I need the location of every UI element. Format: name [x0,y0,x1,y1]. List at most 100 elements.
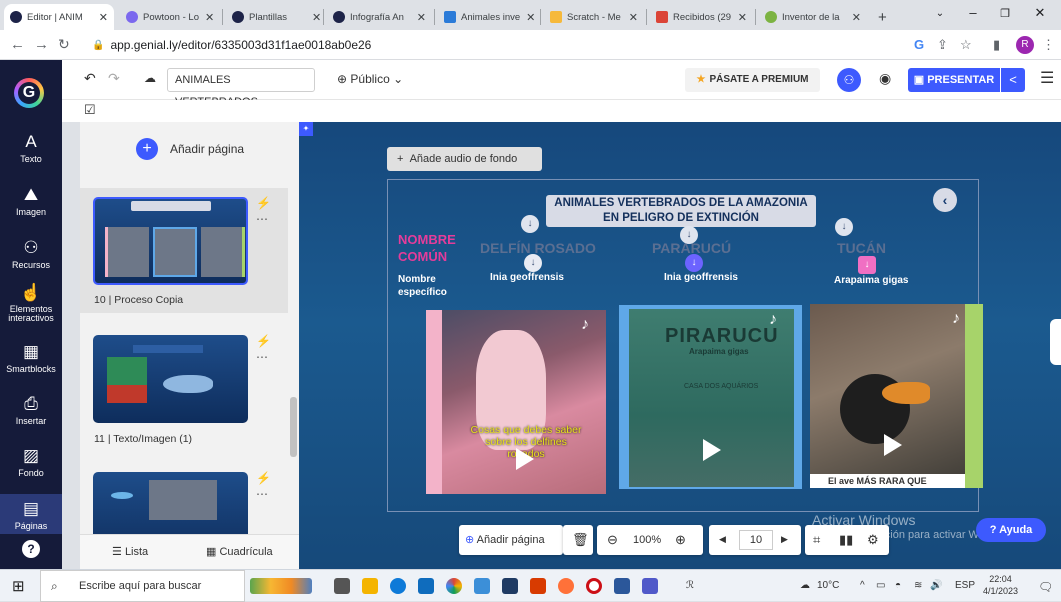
tab-gmail[interactable]: Recibidos (29 ✕ [650,4,753,30]
tab-animales-inve[interactable]: Animales inve ✕ [438,4,538,30]
magic-wand-icon[interactable]: ⚡ [256,471,271,485]
page-more-icon[interactable]: ⋯ [256,487,268,501]
fit-screen-icon[interactable]: ⌗ [813,532,820,548]
slide-title[interactable]: ANIMALES VERTEBRADOS DE LA AMAZONIA EN P… [546,195,816,227]
reload-icon[interactable]: ↻ [58,36,70,53]
next-page-icon[interactable]: ▶ [781,534,788,545]
checklist-icon[interactable]: ☑ [84,102,96,118]
store-icon[interactable] [502,578,518,594]
page-thumbnail[interactable] [93,335,248,423]
search-highlight-icon[interactable] [250,578,312,594]
visibility-dropdown[interactable]: ⊕ Público ⌄ [337,72,403,86]
windows-start-icon[interactable]: ⊞ [12,577,25,595]
wifi-icon[interactable]: ≋ [914,580,922,591]
magic-wand-icon[interactable]: ⚡ [256,196,271,210]
close-window-icon[interactable]: ✕ [1025,5,1055,21]
undo-icon[interactable]: ↶ [84,70,96,87]
page-thumbnail[interactable] [93,472,248,534]
volume-icon[interactable]: 🔊 [930,580,942,591]
office-icon[interactable] [530,578,546,594]
slide[interactable]: ANIMALES VERTEBRADOS DE LA AMAZONIA EN P… [387,179,983,512]
sidebar-item-texto[interactable]: A Texto [0,132,62,164]
back-button[interactable]: ‹ [933,188,957,212]
add-page-bottom-button[interactable]: ⊕ Añadir página [465,533,545,546]
settings-icon[interactable]: ⚙ [867,532,879,548]
delete-page-button[interactable]: 🗑 [563,525,593,555]
back-arrow-icon[interactable]: ← [10,36,25,53]
video-tucan[interactable]: ♪ El ave MÁS RARA QUE [810,304,983,488]
tab-powtoon[interactable]: Powtoon - Lo ✕ [120,4,220,30]
info-arrow-icon[interactable]: ↓ [521,215,539,233]
collapse-panel-icon[interactable]: ✦ [299,122,313,136]
video-delfin[interactable]: ♪ Cosas que debes saber sobre los delfin… [426,310,606,494]
page-number-field[interactable]: 10 [739,530,773,550]
taskbar-search-field[interactable]: ⌕ Escribe aquí para buscar [40,570,245,602]
tab-scratch[interactable]: Scratch - Me ✕ [544,4,644,30]
tab-lista[interactable]: ☰ Lista [112,545,148,558]
new-tab-button[interactable]: + [872,4,892,30]
url-field[interactable]: 🔒 app.genial.ly/editor/6335003d31f1ae001… [92,34,872,56]
close-tab-icon[interactable]: ✕ [623,11,638,24]
play-icon[interactable] [703,439,721,461]
photos-icon[interactable] [474,578,490,594]
info-arrow-icon[interactable]: ↓ [685,254,703,272]
collaborators-avatar-icon[interactable]: ⚇ [837,68,861,92]
people-icon[interactable]: ℛ [686,580,694,591]
share-page-icon[interactable]: ⇪ [937,37,948,53]
firefox-icon[interactable] [558,578,574,594]
tray-chevron-icon[interactable]: ^ [860,580,865,591]
edge-icon[interactable] [390,578,406,594]
language-indicator[interactable]: ESP [955,580,975,591]
restore-icon[interactable]: ❐ [990,7,1020,20]
side-panel-icon[interactable]: ▮ [993,37,1000,53]
help-button[interactable]: ? Ayuda [976,518,1046,542]
info-arrow-icon[interactable]: ↓ [835,218,853,236]
pages-scrollbar-thumb[interactable] [290,397,297,457]
sidebar-item-insertar[interactable]: ⎙ Insertar [0,394,62,426]
file-explorer-icon[interactable] [362,578,378,594]
task-view-icon[interactable] [334,578,350,594]
help-icon[interactable]: ? [22,540,40,558]
page-more-icon[interactable]: ⋯ [256,350,268,364]
sidebar-item-imagen[interactable]: ⛰ Imagen [0,185,62,217]
page-more-icon[interactable]: ⋯ [256,212,268,226]
page-item-12[interactable]: ⚡ ⋯ [80,466,288,534]
bookmark-star-icon[interactable]: ☆ [960,37,972,53]
teams-icon[interactable] [642,578,658,594]
video-pirarucu[interactable]: PIRARUCU Arapaima gigas CASA DOS AQUÁRIO… [619,305,802,489]
page-thumbnail[interactable] [93,197,248,285]
google-icon[interactable]: G [914,37,924,52]
zoom-in-icon[interactable]: ⊕ [675,532,686,548]
side-handle[interactable] [1050,319,1061,365]
close-tab-plantillas[interactable]: ✕ [300,4,320,30]
premium-button[interactable]: ★ PÁSATE A PREMIUM [685,68,820,92]
tab-infografia[interactable]: Infografía An ✕ [327,4,432,30]
more-vert-icon[interactable]: ⋮ [1042,37,1055,53]
info-arrow-icon[interactable]: ↓ [524,254,542,272]
close-tab-icon[interactable]: ✕ [199,11,214,24]
info-arrow-icon[interactable]: ↓ [858,256,876,274]
prev-page-icon[interactable]: ◀ [719,534,726,545]
sidebar-item-fondo[interactable]: ▨ Fondo [0,446,62,478]
tab-search-icon[interactable]: ⌄ [925,8,955,19]
network-icon[interactable]: ◓ [895,580,901,591]
tab-plantillas[interactable]: Plantillas [226,4,298,30]
sidebar-item-elementos-interactivos[interactable]: ☝ Elementos interactivos [0,283,62,323]
play-icon[interactable] [884,434,902,456]
play-icon[interactable] [516,448,534,470]
tab-cuadricula[interactable]: ▦ Cuadrícula [206,545,273,558]
redo-icon[interactable]: ↷ [108,70,120,87]
clock[interactable]: 22:04 4/1/2023 [983,573,1018,597]
page-item-11[interactable]: ⚡ ⋯ 11 | Texto/Imagen (1) [80,327,288,452]
notification-icon[interactable]: 🗨 [1038,580,1053,594]
close-tab-icon[interactable]: ✕ [306,11,320,24]
close-tab-icon[interactable]: ✕ [846,11,861,24]
tab-editor[interactable]: Editor | ANIM ✕ [4,4,114,30]
sidebar-item-recursos[interactable]: ⚇ Recursos [0,238,62,270]
page-item-10[interactable]: ⚡ ⋯ 10 | Proceso Copia [80,188,288,313]
profile-avatar[interactable]: R [1016,36,1034,54]
document-title-field[interactable]: ANIMALES VERTEBRADOS [167,68,315,108]
add-audio-button[interactable]: + Añade audio de fondo [387,147,542,171]
preview-eye-icon[interactable]: ◉ [879,70,897,88]
close-tab-icon[interactable]: ✕ [732,11,747,24]
